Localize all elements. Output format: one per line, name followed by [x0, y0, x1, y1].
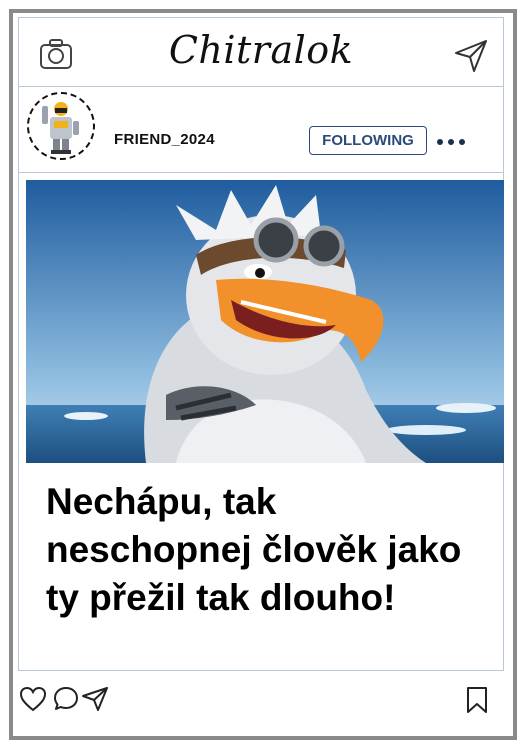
- username[interactable]: FRIEND_2024: [114, 131, 215, 148]
- paper-plane-icon[interactable]: [453, 38, 489, 79]
- more-dots-icon[interactable]: [437, 132, 473, 148]
- bird-photo-illustration: [26, 180, 504, 463]
- post-image: [26, 180, 504, 463]
- following-button[interactable]: FOLLOWING: [309, 126, 427, 155]
- post-caption: Nechápu, tak neschopnej člověk jako ty p…: [46, 481, 462, 618]
- app-header: Chitralok: [19, 18, 503, 87]
- comment-icon[interactable]: [53, 686, 79, 717]
- heart-icon[interactable]: [19, 686, 47, 717]
- post-card: Chitralok FRIEND_2024 FOLLOWING Nechápu,…: [9, 9, 517, 740]
- post-author-row: FRIEND_2024 FOLLOWING: [19, 86, 503, 173]
- app-title: Chitralok: [168, 28, 354, 72]
- share-icon[interactable]: [81, 686, 109, 717]
- post-actions-bar: [13, 680, 513, 720]
- bookmark-icon[interactable]: [465, 686, 489, 719]
- post-inner-frame: Chitralok FRIEND_2024 FOLLOWING Nechápu,…: [18, 17, 504, 671]
- avatar[interactable]: [27, 92, 95, 160]
- robot-avatar-icon: [42, 102, 79, 154]
